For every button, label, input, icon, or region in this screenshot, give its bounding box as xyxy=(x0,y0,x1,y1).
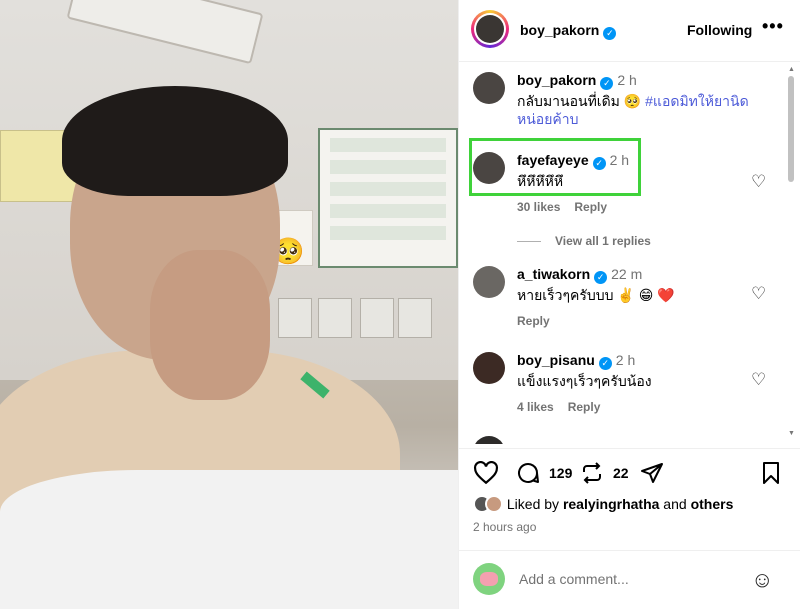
avatar[interactable] xyxy=(473,436,505,444)
scroll-up-icon[interactable]: ▲ xyxy=(788,66,795,73)
add-comment-input[interactable]: Add a comment... xyxy=(519,571,629,587)
liked-by-prefix: Liked by xyxy=(506,496,563,512)
post-side-panel: boy_pakorn ✓ Following ••• boy_pakorn ✓ 2 h… xyxy=(458,0,800,609)
comments-list[interactable]: boy_pakorn ✓ 2 h กลับมานอนที่เดิม 🥺 #แอดมิ… xyxy=(459,62,800,444)
comment-username[interactable]: fayefayeye xyxy=(517,152,589,168)
comment-username[interactable]: boy_pakorn xyxy=(517,72,596,88)
like-comment-heart-icon[interactable]: ♡ xyxy=(751,172,766,192)
comment-text: หึหึหึหึหึ xyxy=(517,173,564,189)
author-avatar[interactable] xyxy=(471,10,509,48)
post-image[interactable]: 🥺 xyxy=(0,0,458,609)
liked-by-and: and xyxy=(659,496,691,512)
divider-line xyxy=(517,241,541,243)
bookmark-icon xyxy=(763,462,779,484)
verified-icon: ✓ xyxy=(603,27,617,40)
author-username[interactable]: boy_pakorn xyxy=(520,22,599,38)
like-button[interactable] xyxy=(473,461,499,485)
comment-icon xyxy=(518,463,539,483)
view-replies-button[interactable]: View all 1 replies xyxy=(517,234,651,248)
comment-likes[interactable]: 30 likes xyxy=(517,200,560,214)
comment-username[interactable]: a_tiwakorn xyxy=(517,266,590,282)
verified-icon: ✓ xyxy=(600,77,614,90)
comment-time[interactable]: 2 h xyxy=(616,352,635,368)
reply-button[interactable]: Reply xyxy=(574,200,607,214)
author-username-row[interactable]: boy_pakorn ✓ xyxy=(520,22,617,40)
person-hair xyxy=(62,86,288,196)
comment-time[interactable]: 2 h xyxy=(610,152,629,168)
comments-count[interactable]: 129 xyxy=(549,465,572,481)
liked-by-user[interactable]: realyingrhatha xyxy=(563,496,659,512)
comment-text: แข็งแรงๆเร็วๆครับน้อง xyxy=(517,373,652,389)
liker-avatar[interactable] xyxy=(485,495,503,513)
view-replies-label[interactable]: View all 1 replies xyxy=(555,234,651,248)
verified-icon: ✓ xyxy=(594,271,608,284)
comment-time[interactable]: 2 h xyxy=(617,72,636,88)
verified-icon: ✓ xyxy=(598,357,612,370)
avatar[interactable] xyxy=(473,266,505,298)
reposts-count[interactable]: 22 xyxy=(613,465,629,481)
person-hand xyxy=(150,250,270,400)
post-header: boy_pakorn ✓ Following ••• xyxy=(459,0,800,62)
following-button[interactable]: Following xyxy=(687,22,752,38)
avatar[interactable] xyxy=(473,352,505,384)
avatar[interactable] xyxy=(473,152,505,184)
scrollbar-thumb[interactable] xyxy=(788,76,794,182)
post-timestamp[interactable]: 2 hours ago xyxy=(473,520,536,534)
reply-button[interactable]: Reply xyxy=(517,314,550,328)
repost-icon xyxy=(583,462,601,484)
add-comment-bar: Add a comment... ☺ xyxy=(459,550,800,609)
comments-scrollbar[interactable]: ▲ ▼ xyxy=(787,66,795,440)
like-comment-heart-icon[interactable]: ♡ xyxy=(751,370,766,390)
wall-panel xyxy=(318,128,458,268)
heart-icon xyxy=(474,461,498,485)
scroll-down-icon[interactable]: ▼ xyxy=(788,430,795,437)
wall-outlets xyxy=(278,298,458,340)
current-user-avatar xyxy=(473,563,505,595)
reply-button[interactable]: Reply xyxy=(568,400,601,414)
send-icon xyxy=(641,463,663,483)
caption-text: กลับมานอนที่เดิม 🥺 xyxy=(517,93,646,109)
action-bar: 129 22 Liked by realyingrhatha and other… xyxy=(459,448,800,548)
share-button[interactable] xyxy=(639,461,665,485)
comment-text: หายเร็วๆครับบบ ✌️ 😁 ❤️ xyxy=(517,287,675,303)
blanket xyxy=(0,470,458,609)
more-options-icon[interactable]: ••• xyxy=(762,16,784,37)
comment-button[interactable]: 129 xyxy=(515,461,572,485)
like-comment-heart-icon[interactable]: ♡ xyxy=(751,284,766,304)
liked-by-others[interactable]: others xyxy=(691,496,734,512)
comment-time[interactable]: 22 m xyxy=(611,266,642,282)
avatar[interactable] xyxy=(473,72,505,104)
emoji-icon[interactable]: ☺ xyxy=(751,567,773,593)
comment-likes[interactable]: 4 likes xyxy=(517,400,554,414)
save-button[interactable] xyxy=(759,461,783,485)
verified-icon: ✓ xyxy=(592,157,606,170)
comment-username[interactable]: boy_pisanu xyxy=(517,352,595,368)
liked-by-line: Liked by realyingrhatha and others xyxy=(473,495,733,513)
repost-button[interactable]: 22 xyxy=(579,461,629,485)
